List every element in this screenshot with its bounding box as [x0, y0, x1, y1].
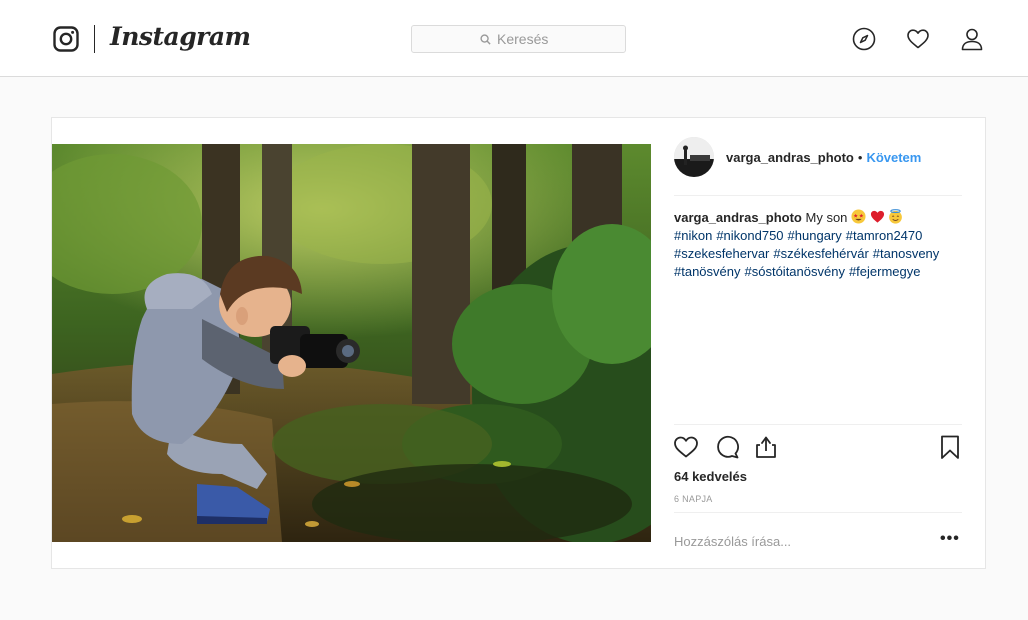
forest-photographer-photo	[52, 144, 651, 542]
hashtag-link[interactable]: #sóstóitanösvény	[745, 264, 845, 279]
post-card: varga_andras_photo • Követem varga_andra…	[51, 117, 986, 569]
post-caption: varga_andras_photo My son #nikon #nikond…	[674, 209, 962, 281]
post-photo[interactable]	[52, 144, 651, 542]
hashtag-link[interactable]: #hungary	[788, 228, 842, 243]
post-header: varga_andras_photo • Követem	[674, 137, 962, 177]
comment-bubble-icon[interactable]	[714, 434, 740, 460]
star-struck-emoji-icon	[851, 209, 870, 225]
caption-text: My son	[805, 210, 848, 225]
search-icon	[480, 33, 491, 45]
search-input[interactable]	[497, 31, 557, 47]
divider	[674, 195, 962, 196]
hashtag-link[interactable]: #székesfehérvár	[773, 246, 868, 261]
divider	[674, 424, 962, 425]
hashtag-link[interactable]: #fejermegye	[849, 264, 921, 279]
search-box[interactable]	[411, 25, 626, 53]
instagram-wordmark[interactable]: Instagram	[110, 22, 251, 51]
comment-input[interactable]	[674, 530, 914, 552]
more-options-button[interactable]: •••	[940, 531, 960, 552]
hashtag-link[interactable]: #tamron2470	[846, 228, 923, 243]
hashtag-link[interactable]: #nikond750	[716, 228, 783, 243]
save-bookmark-icon[interactable]	[937, 434, 963, 460]
avatar[interactable]	[674, 137, 714, 177]
hashtag-link[interactable]: #szekesfehervar	[674, 246, 769, 261]
follow-button[interactable]: Követem	[866, 150, 921, 165]
post-actions	[673, 434, 963, 462]
heart-activity-icon[interactable]	[906, 27, 930, 51]
hashtag-link[interactable]: #tanosveny	[873, 246, 940, 261]
logo-divider	[94, 25, 95, 53]
like-count[interactable]: 64 kedvelés	[674, 469, 747, 484]
divider	[674, 512, 962, 513]
instagram-camera-icon[interactable]	[53, 26, 79, 52]
caption-username-link[interactable]: varga_andras_photo	[674, 210, 802, 225]
user-profile-icon[interactable]	[960, 27, 984, 51]
post-username-link[interactable]: varga_andras_photo	[726, 150, 854, 165]
header-separator-dot: •	[857, 149, 863, 165]
share-upload-icon[interactable]	[753, 434, 779, 460]
top-navigation-bar: Instagram	[0, 0, 1028, 77]
post-timestamp[interactable]: 6 NAPJA	[674, 494, 713, 504]
smiling-face-with-halo-emoji-icon	[888, 209, 903, 225]
hashtag-link[interactable]: #tanösvény	[674, 264, 741, 279]
hashtag-list: #nikon #nikond750 #hungary #tamron2470 #sze…	[674, 227, 962, 281]
post-media-column	[52, 118, 651, 568]
hashtag-link[interactable]: #nikon	[674, 228, 712, 243]
red-heart-emoji-icon	[870, 210, 889, 225]
like-heart-icon[interactable]	[673, 434, 699, 460]
compass-explore-icon[interactable]	[852, 27, 876, 51]
post-sidebar: varga_andras_photo • Követem varga_andra…	[651, 118, 985, 568]
